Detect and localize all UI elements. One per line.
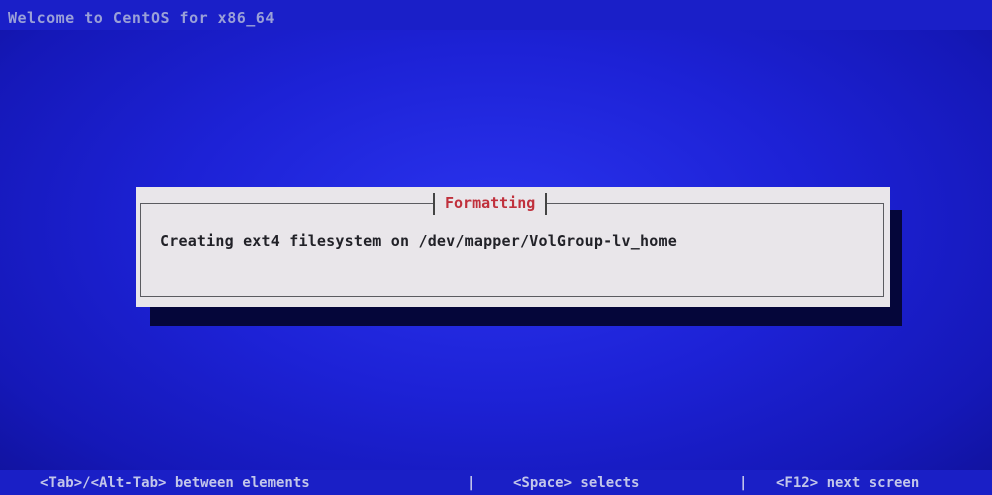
status-hint-space: <Space> selects bbox=[513, 475, 640, 491]
dialog-message: Creating ext4 filesystem on /dev/mapper/… bbox=[160, 232, 677, 250]
status-bar: <Tab>/<Alt-Tab> between elements | <Spac… bbox=[0, 470, 992, 495]
status-hint-f12: <F12> next screen bbox=[776, 475, 920, 491]
installer-screen: Welcome to CentOS for x86_64 Formatting … bbox=[0, 0, 992, 495]
dialog-frame bbox=[140, 203, 884, 297]
welcome-title: Welcome to CentOS for x86_64 bbox=[8, 9, 275, 27]
header-bar: Welcome to CentOS for x86_64 bbox=[0, 0, 992, 30]
status-separator: | bbox=[739, 475, 748, 491]
formatting-dialog: Formatting Creating ext4 filesystem on /… bbox=[136, 187, 890, 307]
status-hint-tab: <Tab>/<Alt-Tab> between elements bbox=[40, 475, 310, 491]
status-separator: | bbox=[467, 475, 476, 491]
dialog-title: Formatting bbox=[433, 193, 548, 215]
